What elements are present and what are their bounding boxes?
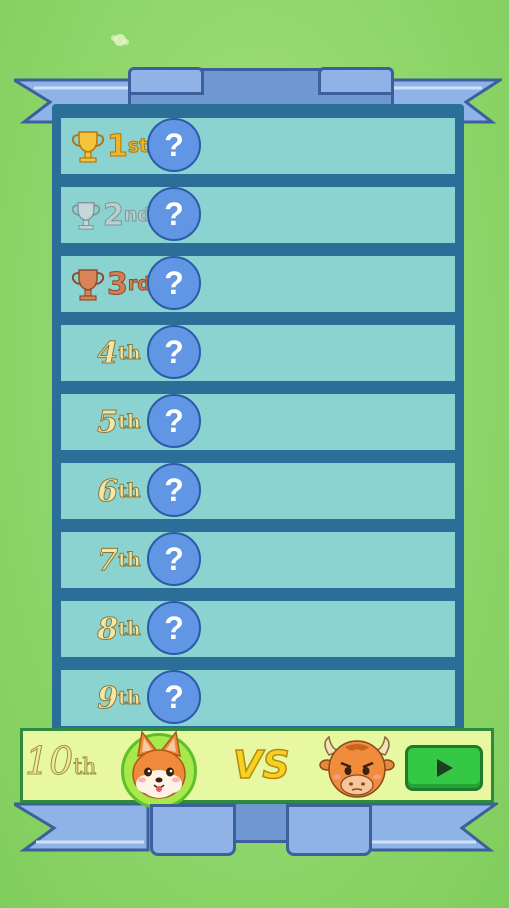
- unknown-player-avatar[interactable]: ?: [147, 670, 201, 724]
- unknown-player-avatar[interactable]: ?: [147, 532, 201, 586]
- trophy-icon: [71, 269, 105, 301]
- unknown-player-avatar[interactable]: ?: [147, 601, 201, 655]
- ribbon-bottom-tab-left: [150, 804, 236, 856]
- unknown-player-avatar[interactable]: ?: [147, 463, 201, 517]
- rank-label: 2nd: [71, 187, 152, 243]
- leaderboard-row: 7th?: [61, 532, 455, 588]
- leaderboard-panel: 1st? 2nd? 3rd? 4th? 5th? 6th? 7th? 8th? 9th?: [52, 104, 464, 804]
- trophy-icon: [71, 131, 105, 163]
- unknown-player-avatar[interactable]: ?: [147, 325, 201, 379]
- leaderboard-row: 6th?: [61, 463, 455, 519]
- leaderboard-row: 2nd?: [61, 187, 455, 243]
- player-avatar[interactable]: [121, 730, 197, 809]
- leaderboard-row: 3rd?: [61, 256, 455, 312]
- play-button[interactable]: [405, 745, 483, 791]
- rank-label: 3rd: [71, 256, 151, 312]
- play-icon: [437, 759, 453, 777]
- trophy-icon: [71, 201, 101, 230]
- vs-label: VS: [232, 742, 290, 788]
- leaderboard-row: 1st?: [61, 118, 455, 174]
- rank-label: 1st: [71, 118, 151, 174]
- leaderboard-row: 5th?: [61, 394, 455, 450]
- shiba-dog-icon: [132, 730, 186, 799]
- unknown-player-avatar[interactable]: ?: [147, 256, 201, 310]
- unknown-player-avatar[interactable]: ?: [147, 118, 201, 172]
- leaderboard-row: 8th?: [61, 601, 455, 657]
- unknown-player-avatar[interactable]: ?: [147, 187, 201, 241]
- leaderboard-row: 4th?: [61, 325, 455, 381]
- ribbon-right-bottom: [362, 802, 498, 852]
- ribbon-bottom-tab-right: [286, 804, 372, 856]
- leaderboard-row: 9th?: [61, 670, 455, 726]
- current-rank: 10th: [24, 739, 97, 784]
- ribbon-left-bottom: [14, 802, 150, 852]
- sparkle-decoration: [111, 34, 129, 46]
- bull-opponent-icon: [319, 735, 395, 798]
- current-player-bar: 10th VS: [20, 728, 494, 809]
- unknown-player-avatar[interactable]: ?: [147, 394, 201, 448]
